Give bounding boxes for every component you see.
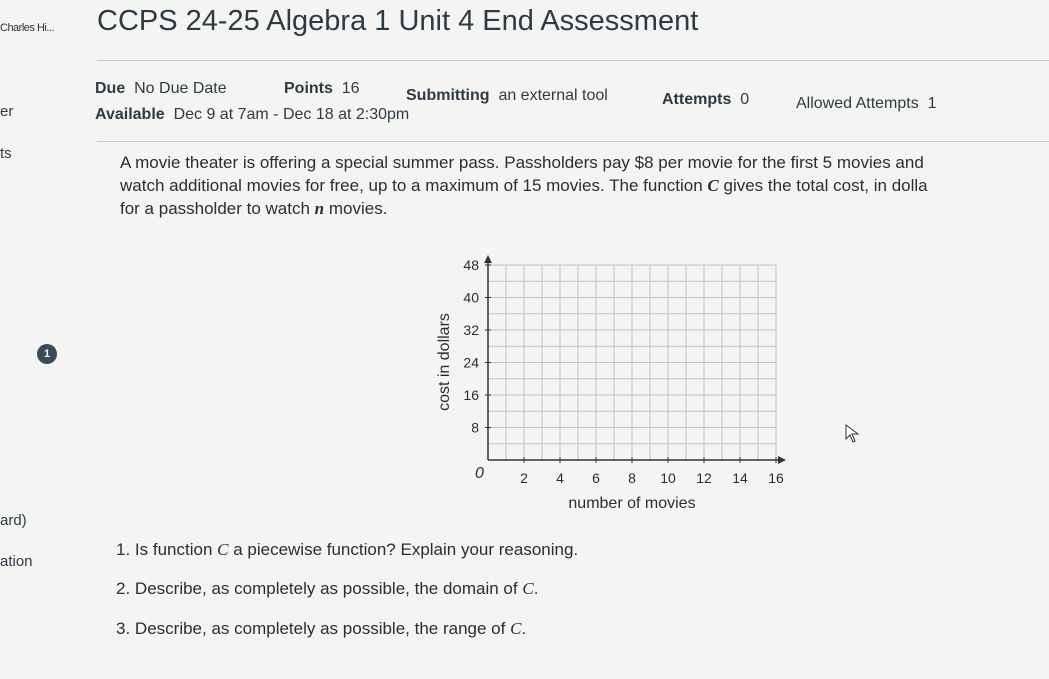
graph-grid bbox=[488, 264, 777, 460]
x-axis-title: number of movies bbox=[568, 495, 695, 512]
sidebar-fragment-4[interactable]: ation bbox=[0, 553, 33, 570]
y-tick-label: 8 bbox=[471, 420, 479, 436]
allowed-attempts-info: Allowed Attempts 1 bbox=[796, 95, 937, 113]
points-label: Points bbox=[284, 80, 333, 97]
question-2: 2. Describe, as completely as possible, … bbox=[116, 579, 539, 598]
y-tick-label: 40 bbox=[463, 290, 479, 306]
user-name[interactable]: Charles Hi... bbox=[0, 22, 55, 34]
x-tick-label: 16 bbox=[768, 470, 784, 486]
y-axis-arrow bbox=[484, 255, 492, 263]
sidebar-fragment-3[interactable]: ard) bbox=[0, 512, 27, 529]
cost-graph: 2 4 6 8 10 12 14 1681624324048 cost in dollars … bbox=[436, 255, 786, 512]
submitting-label: Submitting bbox=[406, 87, 490, 104]
question-3: 3. Describe, as completely as possible, … bbox=[116, 619, 527, 638]
question-1: 1. Is function C a piecewise function? E… bbox=[116, 540, 579, 559]
attempts-label: Attempts bbox=[662, 91, 732, 108]
y-tick-label: 48 bbox=[463, 257, 479, 273]
header-divider bbox=[97, 60, 1049, 61]
points-value: 16 bbox=[341, 80, 360, 97]
x-tick-label: 2 bbox=[520, 470, 528, 486]
available-label: Available bbox=[95, 106, 165, 123]
details-divider bbox=[97, 141, 1049, 142]
x-tick-label: 12 bbox=[696, 470, 712, 486]
y-tick-label: 24 bbox=[463, 355, 479, 371]
problem-line-1: A movie theater is offering a special su… bbox=[120, 153, 924, 172]
submitting-info: Submitting an external tool bbox=[406, 87, 608, 105]
problem-line-3: for a passholder to watch n movies. bbox=[120, 199, 388, 218]
x-tick-label: 8 bbox=[628, 470, 636, 486]
origin-label: 0 bbox=[475, 465, 484, 482]
x-tick-label: 14 bbox=[732, 470, 748, 486]
page-title: CCPS 24-25 Algebra 1 Unit 4 End Assessme… bbox=[97, 5, 699, 37]
x-tick-label: 6 bbox=[592, 470, 600, 486]
sidebar-fragment-1[interactable]: er bbox=[0, 103, 13, 120]
allowed-attempts-value: 1 bbox=[927, 95, 937, 112]
due-info: Due No Due Date bbox=[95, 80, 227, 98]
question-number-badge: 1 bbox=[37, 344, 57, 364]
graph-ticks: 2 4 6 8 10 12 14 1681624324048 bbox=[463, 257, 784, 486]
due-label: Due bbox=[95, 80, 126, 97]
y-axis-title: cost in dollars bbox=[436, 313, 453, 411]
mouse-cursor-icon bbox=[845, 424, 860, 443]
graph-axes bbox=[484, 255, 786, 464]
x-tick-label: 10 bbox=[660, 470, 676, 486]
due-value: No Due Date bbox=[134, 80, 227, 97]
problem-line-2: watch additional movies for free, up to … bbox=[120, 176, 928, 195]
points-info: Points 16 bbox=[284, 80, 360, 98]
x-axis-arrow bbox=[778, 456, 786, 464]
problem-text: A movie theater is offering a special su… bbox=[120, 153, 1049, 220]
attempts-value: 0 bbox=[740, 91, 750, 108]
y-tick-label: 32 bbox=[463, 322, 479, 338]
allowed-attempts-label: Allowed Attempts bbox=[796, 95, 919, 112]
available-info: Available Dec 9 at 7am - Dec 18 at 2:30p… bbox=[95, 106, 409, 124]
x-tick-label: 4 bbox=[556, 470, 564, 486]
attempts-info: Attempts 0 bbox=[662, 91, 749, 109]
y-tick-label: 16 bbox=[463, 387, 479, 403]
sidebar-fragment-2[interactable]: ts bbox=[0, 145, 12, 162]
available-value: Dec 9 at 7am - Dec 18 at 2:30pm bbox=[173, 106, 410, 123]
submitting-value: an external tool bbox=[498, 87, 608, 104]
